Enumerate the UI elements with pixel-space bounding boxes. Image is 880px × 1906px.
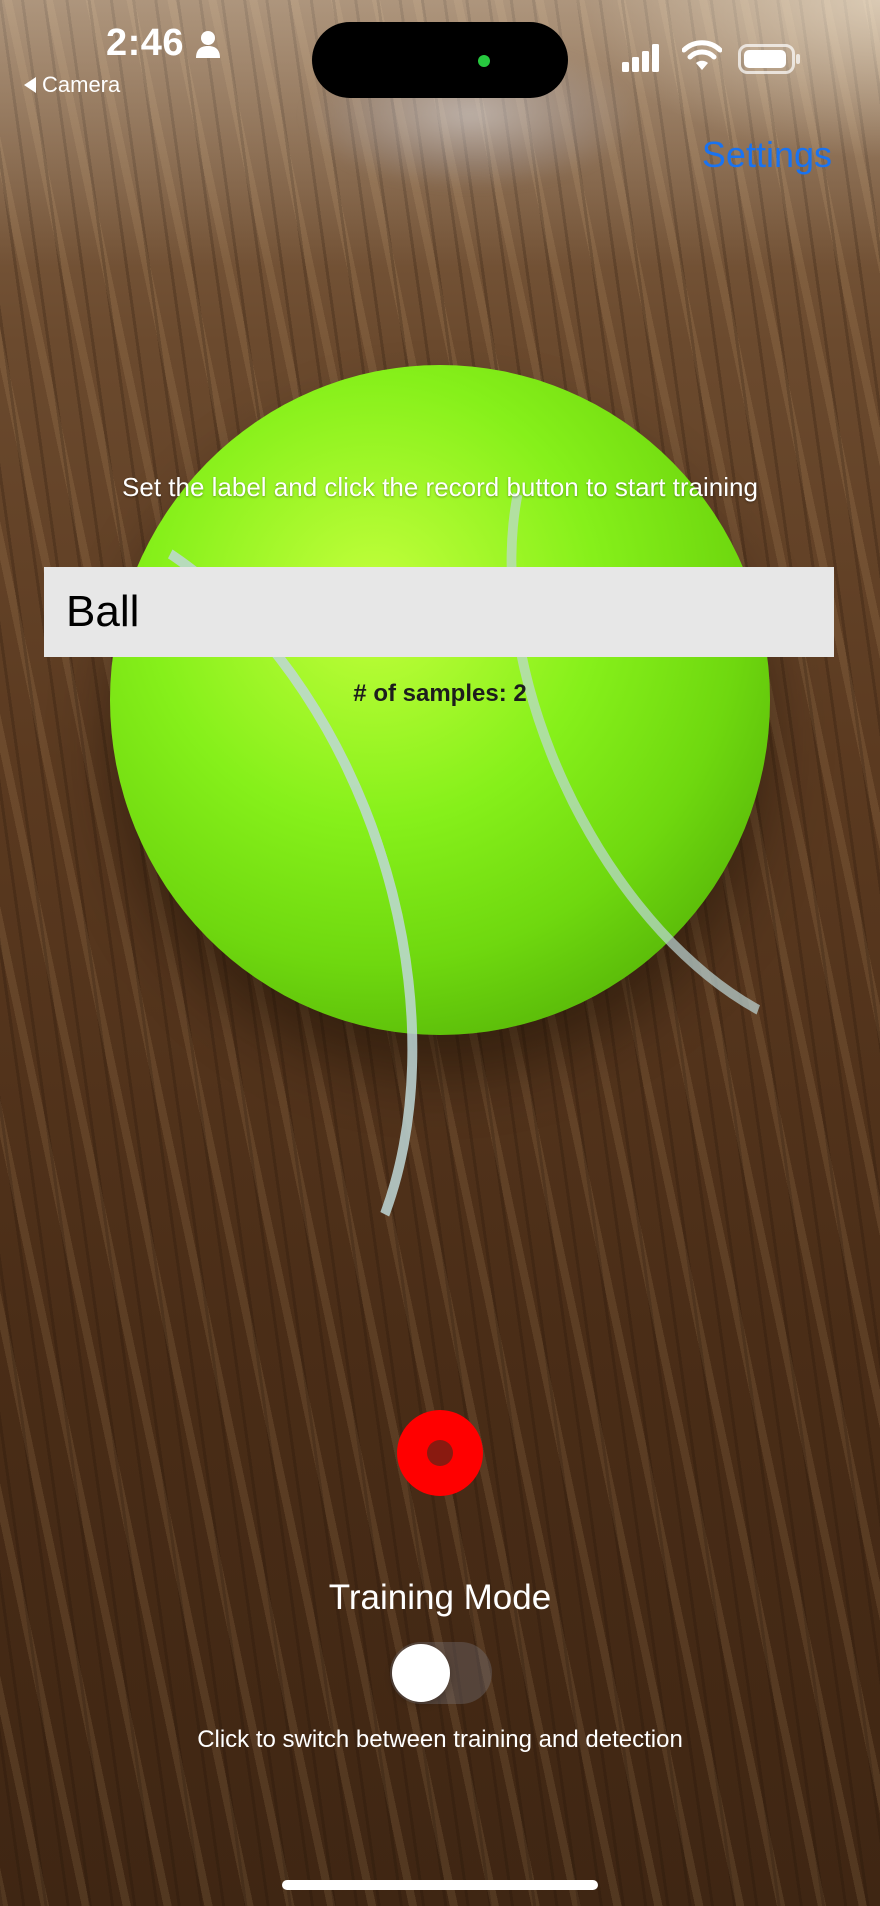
dynamic-island bbox=[312, 22, 568, 98]
battery-icon bbox=[738, 44, 800, 74]
settings-link[interactable]: Settings bbox=[702, 134, 832, 176]
record-button[interactable] bbox=[397, 1410, 483, 1496]
mode-toggle[interactable] bbox=[390, 1642, 492, 1704]
mode-hint: Click to switch between training and det… bbox=[197, 1726, 683, 1753]
samples-count: # of samples: 2 bbox=[353, 680, 527, 707]
label-input[interactable] bbox=[44, 567, 834, 657]
home-indicator[interactable] bbox=[282, 1880, 598, 1890]
status-time: 2:46 bbox=[106, 22, 185, 64]
camera-in-use-indicator bbox=[478, 55, 490, 67]
person-icon bbox=[196, 31, 220, 58]
record-icon bbox=[427, 1440, 453, 1466]
mode-title: Training Mode bbox=[328, 1578, 552, 1617]
back-arrow-icon bbox=[24, 77, 36, 93]
back-to-camera-link[interactable]: Camera bbox=[24, 72, 120, 98]
toggle-knob bbox=[392, 1644, 450, 1702]
status-bar: 2:46 Camera bbox=[0, 0, 880, 100]
back-label: Camera bbox=[42, 72, 121, 97]
camera-preview bbox=[0, 0, 880, 1906]
training-instruction: Set the label and click the record butto… bbox=[122, 472, 758, 502]
wifi-icon bbox=[682, 40, 722, 70]
signal-icon bbox=[622, 44, 659, 72]
